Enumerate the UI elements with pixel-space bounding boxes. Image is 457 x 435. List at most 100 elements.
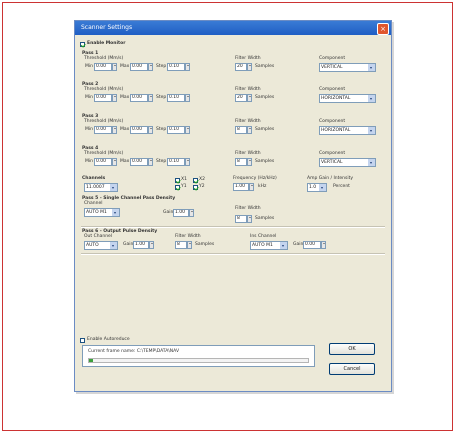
filter-width-spinner[interactable] xyxy=(247,63,252,71)
frequency-input[interactable]: 1.00 xyxy=(233,183,249,191)
close-button[interactable]: × xyxy=(377,23,389,35)
amp-gain-value: 1.0 xyxy=(309,185,317,190)
channel-x2-checkbox[interactable] xyxy=(193,178,198,183)
pass6-filter-unit: Samples xyxy=(195,242,215,247)
cancel-button[interactable]: Cancel xyxy=(329,363,375,375)
pass5-gain-input[interactable]: 1.00 xyxy=(173,209,189,217)
filter-width-input[interactable]: 20 xyxy=(235,94,247,102)
step-spinner[interactable] xyxy=(185,126,190,134)
min-spinner[interactable] xyxy=(112,158,117,166)
pass6-ins-channel-select[interactable]: AUTO M1 xyxy=(250,241,288,250)
component-select[interactable]: VERTICAL xyxy=(319,158,376,167)
threshold-label: Threshold (Mm/s) xyxy=(84,56,124,61)
pass5-gain-spinner[interactable] xyxy=(189,209,194,217)
step-input[interactable]: 0.10 xyxy=(167,126,185,134)
amp-gain-unit: Percent xyxy=(333,184,350,189)
chevron-down-icon[interactable] xyxy=(368,159,375,166)
status-panel: Current frame name: C:\TEMP\DATA\NAV xyxy=(82,345,315,367)
enable-autoreduce-checkbox[interactable] xyxy=(80,338,85,343)
chevron-down-icon[interactable] xyxy=(110,242,117,249)
channel-y1-checkbox[interactable] xyxy=(175,185,180,190)
component-select[interactable]: HORIZONTAL xyxy=(319,94,376,103)
min-label: Min xyxy=(85,159,93,164)
step-spinner[interactable] xyxy=(185,63,190,71)
channels-select[interactable]: 11.0007 xyxy=(84,183,118,192)
frequency-spinner[interactable] xyxy=(249,183,254,191)
filter-unit-label: Samples xyxy=(255,127,275,132)
separator xyxy=(81,226,385,228)
channel-x1-checkbox[interactable] xyxy=(175,178,180,183)
chevron-down-icon[interactable] xyxy=(368,95,375,102)
chevron-down-icon[interactable] xyxy=(368,127,375,134)
chevron-down-icon[interactable] xyxy=(110,184,117,191)
channel-y1-label: Y1 xyxy=(181,184,187,189)
settings-dialog: Scanner Settings × Enable Monitor Pass 1… xyxy=(74,20,392,392)
frequency-unit: kHz xyxy=(258,184,267,189)
channel-y2-checkbox[interactable] xyxy=(193,185,198,190)
step-input[interactable]: 0.10 xyxy=(167,94,185,102)
max-spinner[interactable] xyxy=(148,94,153,102)
pass6-gain2-input[interactable]: 0.00 xyxy=(303,241,321,249)
amp-gain-select[interactable]: 1.0 xyxy=(307,183,327,192)
max-input[interactable]: 0.00 xyxy=(130,158,148,166)
max-spinner[interactable] xyxy=(148,158,153,166)
pass6-gain1-input[interactable]: 1.00 xyxy=(133,241,149,249)
filter-width-spinner[interactable] xyxy=(247,94,252,102)
step-spinner[interactable] xyxy=(185,94,190,102)
min-label: Min xyxy=(85,64,93,69)
min-input[interactable]: 0.00 xyxy=(94,63,112,71)
enable-monitor-checkbox[interactable] xyxy=(80,42,85,47)
max-spinner[interactable] xyxy=(148,126,153,134)
filter-width-input[interactable]: 8 xyxy=(235,126,247,134)
title-bar[interactable]: Scanner Settings × xyxy=(75,21,391,35)
min-spinner[interactable] xyxy=(112,94,117,102)
enable-autoreduce-label: Enable Autoreduce xyxy=(87,337,130,342)
pass6-ins-channel-label: Ins Channel xyxy=(250,234,277,239)
pass6-filter-spinner[interactable] xyxy=(187,241,192,249)
filter-width-label: Filter Width xyxy=(235,87,261,92)
pass6-gain1-label: Gain xyxy=(123,242,134,247)
chevron-down-icon[interactable] xyxy=(368,64,375,71)
channels-value: 11.0007 xyxy=(86,185,105,190)
component-label: Component xyxy=(319,87,346,92)
frequency-label: Frequency (Hz/kHz) xyxy=(233,176,277,181)
pass6-gain2-spinner[interactable] xyxy=(321,241,326,249)
chevron-down-icon[interactable] xyxy=(112,209,119,216)
ok-button[interactable]: OK xyxy=(329,343,375,355)
max-spinner[interactable] xyxy=(148,63,153,71)
step-input[interactable]: 0.10 xyxy=(167,158,185,166)
step-spinner[interactable] xyxy=(185,158,190,166)
max-label: Max xyxy=(120,127,130,132)
pass5-filter-spinner[interactable] xyxy=(247,215,252,223)
pass6-out-channel-label: Out Channel xyxy=(84,234,113,239)
pass6-gain1-spinner[interactable] xyxy=(149,241,154,249)
pass5-channel-select[interactable]: AUTO M1 xyxy=(84,208,120,217)
component-value: VERTICAL xyxy=(321,65,343,70)
filter-width-input[interactable]: 8 xyxy=(235,158,247,166)
min-input[interactable]: 0.00 xyxy=(94,126,112,134)
pass5-filter-label: Filter Width xyxy=(235,206,261,211)
pass6-filter-input[interactable]: 8 xyxy=(175,241,187,249)
min-input[interactable]: 0.00 xyxy=(94,158,112,166)
pass6-out-channel-select[interactable]: AUTO xyxy=(84,241,118,250)
max-input[interactable]: 0.00 xyxy=(130,126,148,134)
pass5-filter-input[interactable]: 8 xyxy=(235,215,247,223)
step-input[interactable]: 0.10 xyxy=(167,63,185,71)
component-select[interactable]: HORIZONTAL xyxy=(319,126,376,135)
min-input[interactable]: 0.00 xyxy=(94,94,112,102)
filter-width-spinner[interactable] xyxy=(247,158,252,166)
max-label: Max xyxy=(120,64,130,69)
filter-width-spinner[interactable] xyxy=(247,126,252,134)
max-input[interactable]: 0.00 xyxy=(130,63,148,71)
filter-width-input[interactable]: 20 xyxy=(235,63,247,71)
step-label: Step xyxy=(156,95,167,100)
chevron-down-icon[interactable] xyxy=(319,184,326,191)
min-spinner[interactable] xyxy=(112,63,117,71)
min-spinner[interactable] xyxy=(112,126,117,134)
component-label: Component xyxy=(319,119,346,124)
min-label: Min xyxy=(85,127,93,132)
channel-y2-label: Y2 xyxy=(199,184,205,189)
component-select[interactable]: VERTICAL xyxy=(319,63,376,72)
chevron-down-icon[interactable] xyxy=(280,242,287,249)
max-input[interactable]: 0.00 xyxy=(130,94,148,102)
